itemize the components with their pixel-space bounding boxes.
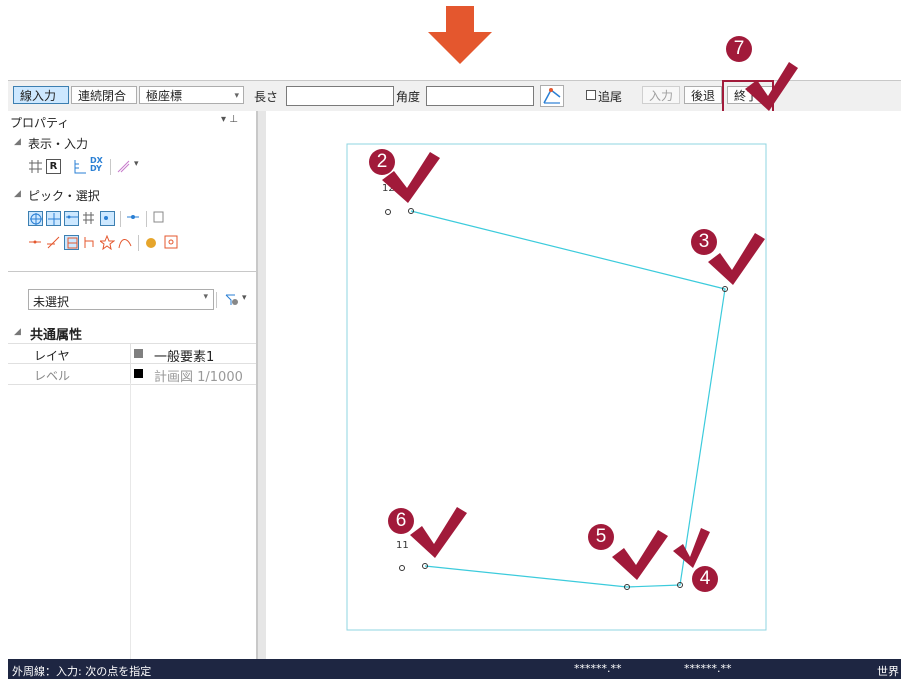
pick-diag-icon[interactable] xyxy=(46,235,61,250)
properties-panel: プロパティ ▾ ⊥ ◢ 表示・入力 R DX DY ▾ ◢ ピック・選択 未選択… xyxy=(8,111,257,659)
pick-angle-icon[interactable] xyxy=(540,85,564,107)
collapse-icon[interactable]: ◢ xyxy=(14,327,21,337)
pick-point-icon[interactable] xyxy=(28,211,43,226)
point-marker xyxy=(385,209,391,215)
pick-grid-icon[interactable] xyxy=(82,211,97,226)
status-coord-y: ******.** xyxy=(684,662,732,675)
outer-polyline xyxy=(410,210,726,588)
point-label-12: 12 xyxy=(382,183,395,194)
panel-menu-icon[interactable]: ▾ ⊥ xyxy=(221,114,238,125)
pick-line-icon[interactable] xyxy=(28,235,43,250)
selection-dropdown[interactable]: 未選択 ▾ xyxy=(28,289,214,310)
step-badge-3: 3 xyxy=(691,229,717,255)
angle-input[interactable] xyxy=(426,86,534,106)
follow-checkbox[interactable] xyxy=(586,90,596,100)
drawing-frame xyxy=(346,143,767,631)
pick-curve-icon[interactable] xyxy=(118,235,133,250)
property-row[interactable]: レベル 計画図 1/1000 xyxy=(8,363,256,385)
pick-frame-icon[interactable] xyxy=(164,235,179,250)
step-badge-6: 6 xyxy=(388,508,414,534)
ruler-icon[interactable] xyxy=(72,159,87,174)
back-button[interactable]: 後退 xyxy=(684,86,722,104)
length-input[interactable] xyxy=(286,86,394,106)
chevron-down-icon: ▾ xyxy=(203,292,208,302)
status-world: 世界 xyxy=(877,665,899,678)
point-marker xyxy=(399,565,405,571)
pick-box-icon[interactable] xyxy=(64,235,79,250)
r-icon[interactable]: R xyxy=(46,159,61,174)
step-badge-2: 2 xyxy=(369,149,395,175)
step-badge-4: 4 xyxy=(692,566,718,592)
follow-label: 追尾 xyxy=(598,90,623,104)
chevron-down-icon: ▾ xyxy=(234,91,239,101)
chevron-down-icon[interactable]: ▾ xyxy=(134,159,139,169)
property-grid: レイヤ 一般要素1 レベル 計画図 1/1000 xyxy=(8,343,256,659)
length-label: 長さ xyxy=(254,90,279,104)
step-badge-5: 5 xyxy=(588,524,614,550)
pick-star-icon[interactable] xyxy=(100,235,115,250)
property-name: レベル xyxy=(34,369,71,383)
level-color-swatch xyxy=(134,369,143,378)
step-badge-7: 7 xyxy=(726,36,752,62)
selection-value: 未選択 xyxy=(33,295,70,309)
line-tool-icon[interactable] xyxy=(116,159,131,174)
status-bar: 外周線：入力: 次の点を指定 ******.** ******.** 世界 xyxy=(8,659,901,679)
property-name: レイヤ xyxy=(34,349,70,363)
pick-rect-icon[interactable] xyxy=(152,211,167,226)
pick-midpoint-icon[interactable] xyxy=(100,211,115,226)
coord-mode-select[interactable]: 極座標 ▾ xyxy=(139,86,244,104)
panel-title: プロパティ xyxy=(10,116,70,130)
line-input-button[interactable]: 線入力 xyxy=(13,86,69,104)
pick-endpoint-icon[interactable] xyxy=(64,211,79,226)
pick-perp-icon[interactable] xyxy=(126,211,141,226)
property-value: 計画図 1/1000 xyxy=(154,370,243,385)
section-display-input: 表示・入力 xyxy=(28,137,89,151)
common-attrs-header: 共通属性 xyxy=(30,328,83,343)
finish-highlight xyxy=(722,80,774,114)
point-label-11: 11 xyxy=(396,540,409,551)
chevron-down-icon[interactable]: ▾ xyxy=(242,293,247,303)
status-coord-x: ******.** xyxy=(574,662,622,675)
down-arrow-icon xyxy=(428,6,492,64)
pick-intersect-icon[interactable] xyxy=(46,211,61,226)
property-row[interactable]: レイヤ 一般要素1 xyxy=(8,343,256,365)
collapse-icon[interactable]: ◢ xyxy=(14,189,21,199)
section-pick-select: ピック・選択 xyxy=(28,189,100,203)
angle-label: 角度 xyxy=(396,90,421,104)
grid-icon[interactable] xyxy=(28,159,43,174)
continuous-close-button[interactable]: 連続閉合 xyxy=(71,86,137,104)
pick-bag-icon[interactable] xyxy=(144,235,159,250)
pick-branch-icon[interactable] xyxy=(82,235,97,250)
coord-mode-value: 極座標 xyxy=(146,89,183,103)
input-button[interactable]: 入力 xyxy=(642,86,680,104)
collapse-icon[interactable]: ◢ xyxy=(14,137,21,147)
filter-settings-icon[interactable] xyxy=(224,292,239,307)
layer-color-swatch xyxy=(134,349,143,358)
status-message: 外周線：入力: 次の点を指定 xyxy=(12,665,152,678)
dxdy-icon[interactable]: DX DY xyxy=(90,157,105,173)
drawing-svg xyxy=(346,143,767,631)
drawing-canvas[interactable]: 12 11 xyxy=(266,111,901,659)
